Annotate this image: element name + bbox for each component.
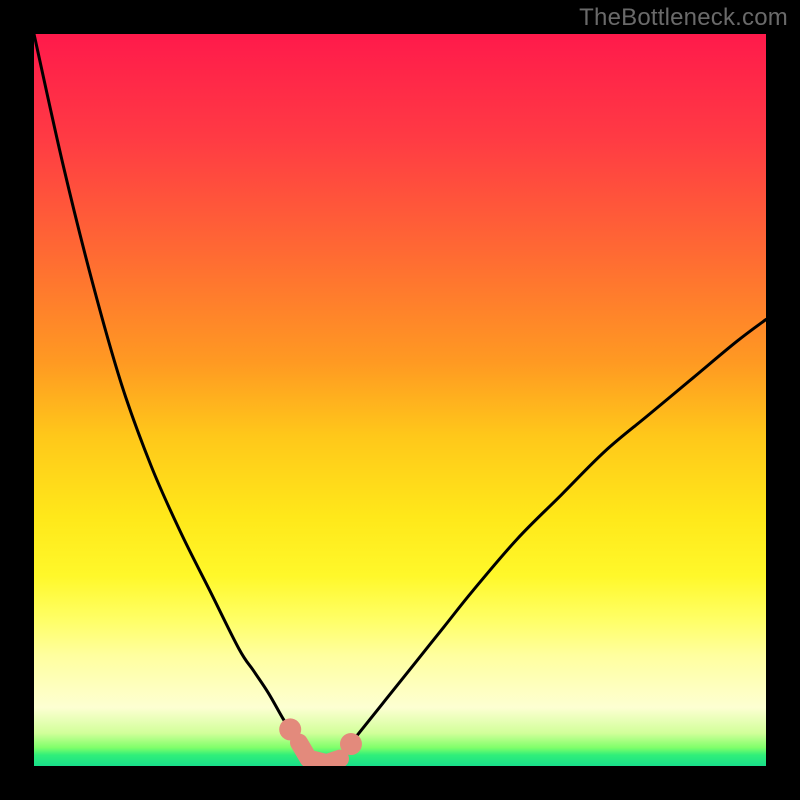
bottleneck-chart (34, 34, 766, 766)
chart-svg (34, 34, 766, 766)
highlight-dot-right (340, 733, 362, 755)
chart-background-gradient (34, 34, 766, 766)
highlight-dot-left (279, 718, 301, 740)
watermark-text: TheBottleneck.com (579, 4, 788, 32)
